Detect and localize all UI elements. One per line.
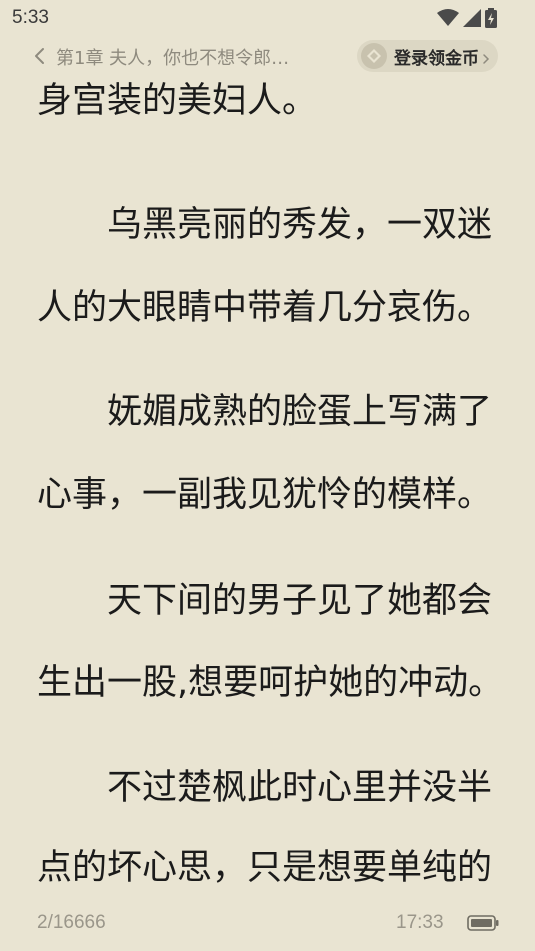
- wifi-icon: [437, 9, 459, 27]
- text-line: 点的坏心思，只是想要单纯的: [37, 848, 493, 888]
- status-bar: 5:33: [0, 0, 535, 36]
- footer-clock: 17:33: [396, 912, 444, 933]
- signal-icon: [463, 9, 481, 27]
- text-line: 身宫装的美妇人。: [37, 81, 318, 121]
- status-icons: [437, 8, 497, 28]
- back-chevron-icon[interactable]: [30, 45, 50, 67]
- text-line: 乌黑亮丽的秀发，一双迷: [107, 205, 493, 245]
- battery-icon: [467, 915, 499, 931]
- text-line: 人的大眼睛中带着几分哀伤。: [37, 288, 493, 328]
- text-line: 生出一股,想要呵护她的冲动。: [37, 663, 504, 703]
- login-coins-button[interactable]: 登录领金币: [357, 40, 498, 72]
- page-indicator: 2/16666: [37, 912, 106, 933]
- text-line: 天下间的男子见了她都会: [107, 581, 493, 621]
- text-line: 妩媚成熟的脸蛋上写满了: [107, 392, 493, 432]
- text-line: 心事，一副我见犹怜的模样。: [37, 475, 493, 515]
- status-time: 5:33: [12, 7, 49, 28]
- coin-icon: [361, 43, 387, 69]
- chapter-title[interactable]: 第1章 夫人，你也不想令郎…: [56, 44, 289, 70]
- battery-charging-icon: [485, 8, 497, 28]
- chevron-right-icon: [482, 50, 490, 64]
- login-label: 登录领金币: [394, 48, 479, 69]
- text-line: 不过楚枫此时心里并没半: [107, 768, 493, 808]
- reader-header: 第1章 夫人，你也不想令郎… 登录领金币: [0, 36, 535, 76]
